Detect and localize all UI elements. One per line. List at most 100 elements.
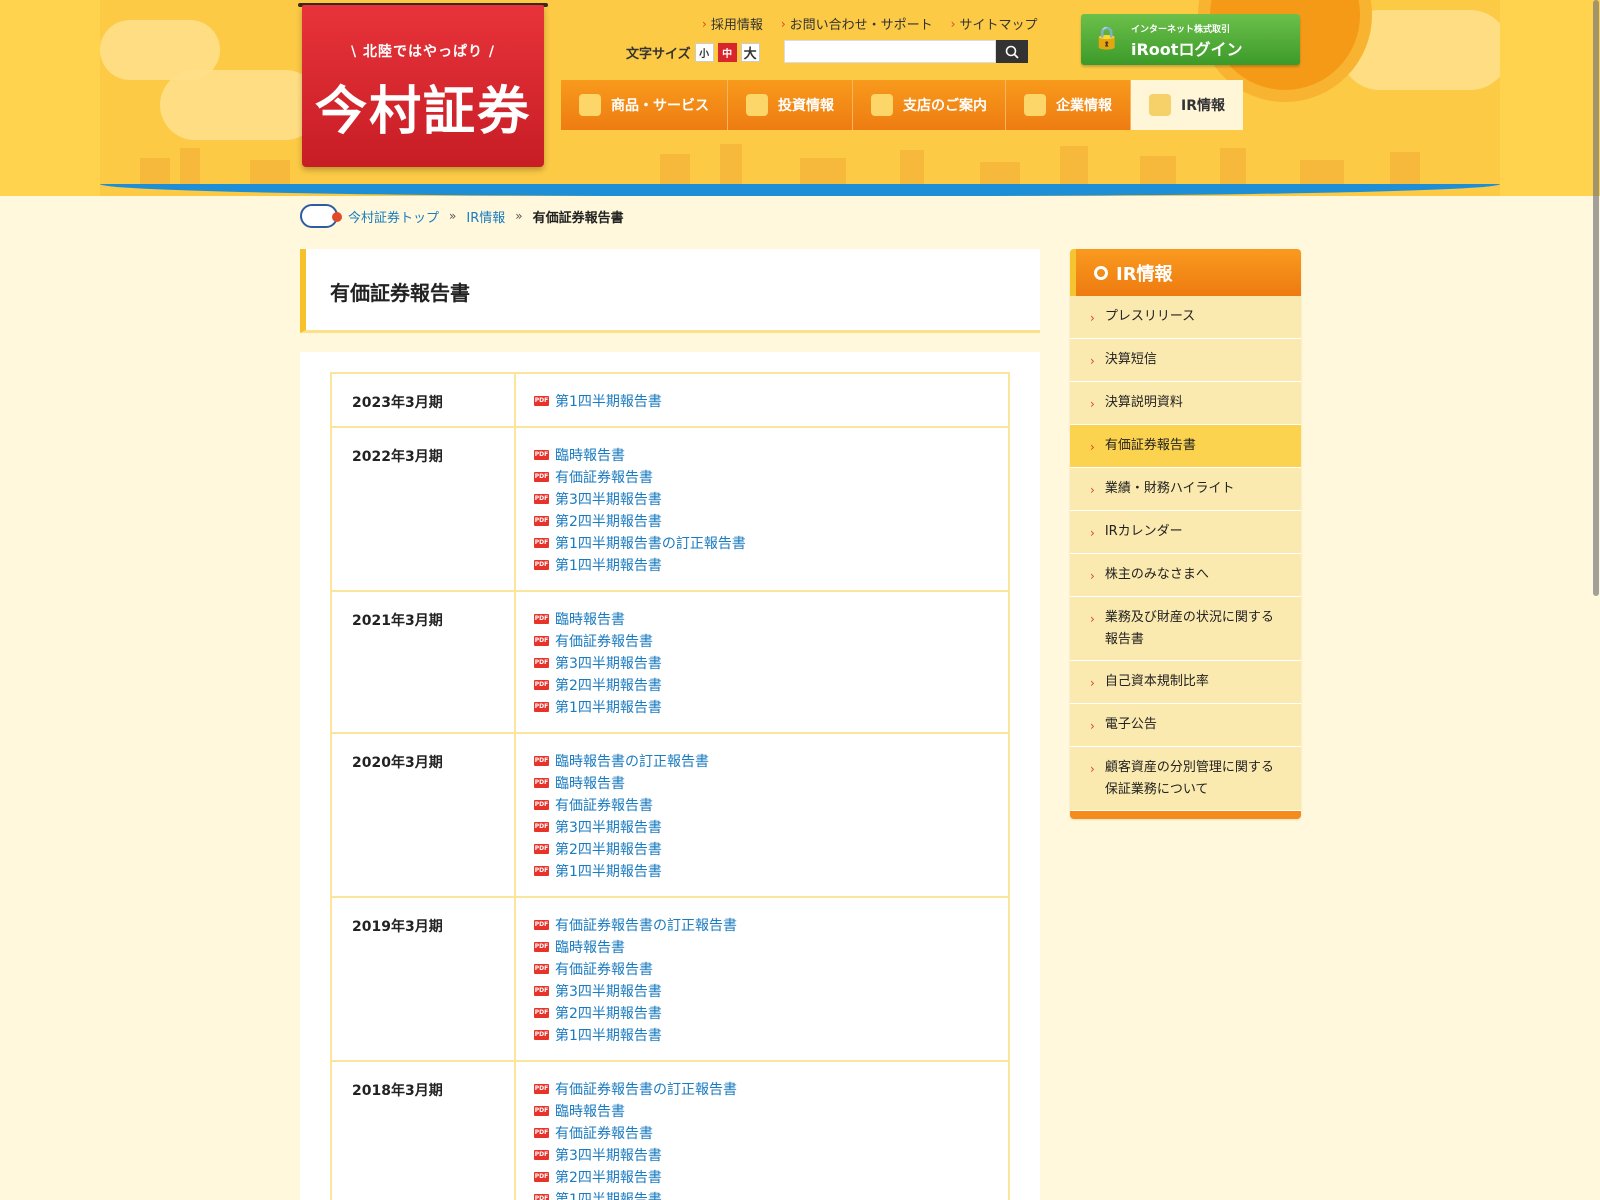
font-size-medium-button[interactable]: 中 <box>717 43 737 62</box>
sidebar-item[interactable]: › 電子公告 <box>1070 704 1301 747</box>
contact-support-link[interactable]: › お問い合わせ・サポート <box>780 14 933 34</box>
report-doc-item: PDF 第2四半期報告書 <box>534 838 1008 860</box>
report-fiscal-year: 2022年3月期 <box>332 428 516 590</box>
pdf-icon: PDF <box>534 1106 549 1116</box>
nav-company-info[interactable]: 企業情報 <box>1006 80 1131 130</box>
report-pdf-link[interactable]: 第3四半期報告書 <box>555 489 662 509</box>
sidebar-item[interactable]: › 株主のみなさまへ <box>1070 554 1301 597</box>
nav-products-services[interactable]: 商品・サービス <box>561 80 728 130</box>
report-pdf-link[interactable]: 臨時報告書 <box>555 937 625 957</box>
sidebar-item-label: 決算説明資料 <box>1104 395 1183 410</box>
chevron-right-icon: › <box>1090 354 1095 368</box>
sidebar-item-label: 有価証券報告書 <box>1104 438 1196 453</box>
report-pdf-link[interactable]: 臨時報告書 <box>555 773 625 793</box>
report-pdf-link[interactable]: 第1四半期報告書 <box>555 1025 662 1045</box>
report-pdf-link[interactable]: 第2四半期報告書 <box>555 839 662 859</box>
report-pdf-link[interactable]: 第2四半期報告書 <box>555 1167 662 1187</box>
report-pdf-link[interactable]: 第3四半期報告書 <box>555 653 662 673</box>
font-size-large-button[interactable]: 大 <box>740 43 760 62</box>
report-pdf-link[interactable]: 第1四半期報告書の訂正報告書 <box>555 533 746 553</box>
breadcrumb-ir-info[interactable]: IR情報 <box>466 207 505 226</box>
chevron-right-icon: › <box>780 16 786 31</box>
search-button[interactable] <box>996 40 1028 63</box>
report-doc-item: PDF 第2四半期報告書 <box>534 674 1008 696</box>
report-doc-item: PDF 有価証券報告書 <box>534 794 1008 816</box>
sidebar-item[interactable]: › プレスリリース <box>1070 296 1301 339</box>
utility-links: › 採用情報 › お問い合わせ・サポート › サイトマップ <box>702 14 1038 34</box>
report-doc-list: PDF 有価証券報告書の訂正報告書 PDF 臨時報告書 PDF 有価証券報告書 PDF 第3四… <box>516 898 1008 1060</box>
breadcrumb-home[interactable]: 今村証券トップ <box>348 207 439 226</box>
report-pdf-link[interactable]: 有価証券報告書 <box>555 631 653 651</box>
report-doc-item: PDF 第2四半期報告書 <box>534 1002 1008 1024</box>
report-doc-item: PDF 第2四半期報告書 <box>534 1166 1008 1188</box>
sitemap-link[interactable]: › サイトマップ <box>951 14 1038 34</box>
report-doc-item: PDF 第1四半期報告書 <box>534 696 1008 718</box>
chevron-right-icon: › <box>1090 311 1095 325</box>
report-pdf-link[interactable]: 有価証券報告書 <box>555 467 653 487</box>
report-pdf-link[interactable]: 臨時報告書 <box>555 445 625 465</box>
pdf-icon: PDF <box>534 396 549 406</box>
nav-branches[interactable]: 支店のご案内 <box>853 80 1006 130</box>
sidebar-item[interactable]: › 顧客資産の分別管理に関する保証業務について <box>1070 747 1301 811</box>
report-pdf-link[interactable]: 第3四半期報告書 <box>555 981 662 1001</box>
report-pdf-link[interactable]: 第1四半期報告書 <box>555 1189 662 1200</box>
mascot-icon <box>300 204 342 228</box>
report-pdf-link[interactable]: 有価証券報告書 <box>555 795 653 815</box>
report-pdf-link[interactable]: 第2四半期報告書 <box>555 1003 662 1023</box>
site-logo[interactable]: \ 北陸ではやっぱり / 今村証券 <box>302 5 544 167</box>
report-fiscal-year: 2020年3月期 <box>332 734 516 896</box>
report-pdf-link[interactable]: 第2四半期報告書 <box>555 675 662 695</box>
nav-branches-label: 支店のご案内 <box>903 98 987 114</box>
report-pdf-link[interactable]: 有価証券報告書の訂正報告書 <box>555 1079 737 1099</box>
recruit-link-label: 採用情報 <box>710 18 763 33</box>
report-doc-item: PDF 第2四半期報告書 <box>534 510 1008 532</box>
report-pdf-link[interactable]: 第2四半期報告書 <box>555 511 662 531</box>
report-pdf-link[interactable]: 有価証券報告書 <box>555 959 653 979</box>
font-size-small-button[interactable]: 小 <box>694 43 714 62</box>
sidebar-item[interactable]: › 自己資本規制比率 <box>1070 661 1301 704</box>
sidebar-item[interactable]: › 決算短信 <box>1070 339 1301 382</box>
pdf-icon: PDF <box>534 778 549 788</box>
sidebar-menu: › プレスリリース › 決算短信 › 決算説明資料 › 有価証券報告書 › 業績・財務ハイライト ›… <box>1070 296 1301 811</box>
pdf-icon: PDF <box>534 560 549 570</box>
sidebar-item[interactable]: › 有価証券報告書 <box>1070 425 1301 468</box>
report-pdf-link[interactable]: 臨時報告書 <box>555 1101 625 1121</box>
report-pdf-link[interactable]: 第1四半期報告書 <box>555 555 662 575</box>
report-doc-item: PDF 臨時報告書 <box>534 1100 1008 1122</box>
iroot-subtitle: インターネット株式取引 <box>1131 25 1231 35</box>
nav-investment-info[interactable]: 投資情報 <box>728 80 853 130</box>
nav-ir-info[interactable]: IR情報 <box>1131 80 1243 130</box>
pdf-icon: PDF <box>534 516 549 526</box>
report-pdf-link[interactable]: 第1四半期報告書 <box>555 861 662 881</box>
sidebar-item[interactable]: › 業績・財務ハイライト <box>1070 468 1301 511</box>
report-pdf-link[interactable]: 有価証券報告書の訂正報告書 <box>555 915 737 935</box>
report-doc-item: PDF 臨時報告書 <box>534 444 1008 466</box>
search-input[interactable] <box>784 40 996 63</box>
report-pdf-link[interactable]: 第1四半期報告書 <box>555 391 662 411</box>
report-pdf-link[interactable]: 臨時報告書の訂正報告書 <box>555 751 709 771</box>
scrollbar-thumb[interactable] <box>1593 0 1599 596</box>
page-title: 有価証券報告書 <box>330 281 470 305</box>
iroot-login-button[interactable]: 🔒 インターネット株式取引 iRootログイン <box>1081 14 1300 65</box>
report-pdf-link[interactable]: 臨時報告書 <box>555 609 625 629</box>
sidebar-item[interactable]: › 業務及び財産の状況に関する報告書 <box>1070 597 1301 661</box>
report-pdf-link[interactable]: 第3四半期報告書 <box>555 1145 662 1165</box>
report-doc-list: PDF 臨時報告書 PDF 有価証券報告書 PDF 第3四半期報告書 PDF 第2四半期報告書… <box>516 592 1008 732</box>
report-doc-item: PDF 第1四半期報告書 <box>534 390 1008 412</box>
report-pdf-link[interactable]: 第1四半期報告書 <box>555 697 662 717</box>
report-doc-list: PDF 臨時報告書 PDF 有価証券報告書 PDF 第3四半期報告書 PDF 第2四半期報告書… <box>516 428 1008 590</box>
pdf-icon: PDF <box>534 702 549 712</box>
report-pdf-link[interactable]: 有価証券報告書 <box>555 1123 653 1143</box>
sidebar-item[interactable]: › IRカレンダー <box>1070 511 1301 554</box>
pdf-icon: PDF <box>534 636 549 646</box>
report-pdf-link[interactable]: 第3四半期報告書 <box>555 817 662 837</box>
sidebar-item[interactable]: › 決算説明資料 <box>1070 382 1301 425</box>
page-scrollbar[interactable] <box>1592 0 1600 1200</box>
nav-products-services-label: 商品・サービス <box>611 98 709 114</box>
recruit-link[interactable]: › 採用情報 <box>702 14 763 34</box>
report-doc-item: PDF 有価証券報告書 <box>534 630 1008 652</box>
iroot-label: iRootログイン <box>1131 40 1243 59</box>
chevron-right-icon: › <box>1090 719 1095 733</box>
chevron-right-icon: › <box>702 16 707 31</box>
lock-icon: 🔒 <box>1093 26 1121 51</box>
